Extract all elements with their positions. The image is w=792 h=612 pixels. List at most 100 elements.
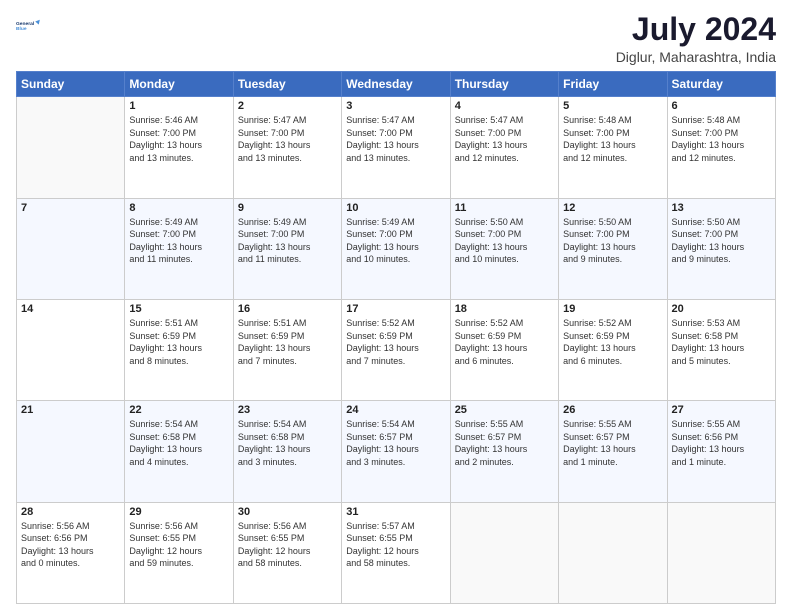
day-info: Sunrise: 5:50 AM Sunset: 7:00 PM Dayligh… <box>563 216 662 266</box>
day-info: Sunrise: 5:52 AM Sunset: 6:59 PM Dayligh… <box>346 317 445 367</box>
calendar-week-row: 21 22 Sunrise: 5:54 AM Sunset: 6:58 PM Day… <box>17 401 776 502</box>
day-info: Sunrise: 5:55 AM Sunset: 6:57 PM Dayligh… <box>563 418 662 468</box>
calendar-header-friday: Friday <box>559 72 667 97</box>
calendar-cell: 20 Sunrise: 5:53 AM Sunset: 6:58 PM Dayli… <box>667 299 775 400</box>
day-info: Sunrise: 5:54 AM Sunset: 6:58 PM Dayligh… <box>238 418 337 468</box>
calendar-cell: 14 <box>17 299 125 400</box>
calendar-cell <box>667 502 775 603</box>
day-number: 6 <box>672 100 771 112</box>
day-number: 13 <box>672 202 771 214</box>
day-number: 24 <box>346 404 445 416</box>
svg-text:Blue: Blue <box>16 26 27 32</box>
calendar-week-row: 28 Sunrise: 5:56 AM Sunset: 6:56 PM Dayli… <box>17 502 776 603</box>
day-number: 8 <box>129 202 228 214</box>
day-info: Sunrise: 5:52 AM Sunset: 6:59 PM Dayligh… <box>563 317 662 367</box>
calendar-header-tuesday: Tuesday <box>233 72 341 97</box>
main-title: July 2024 <box>616 12 776 47</box>
day-info: Sunrise: 5:47 AM Sunset: 7:00 PM Dayligh… <box>346 114 445 164</box>
calendar-cell: 15Sunrise: 5:51 AM Sunset: 6:59 PM Dayli… <box>125 299 233 400</box>
calendar-cell: 28 Sunrise: 5:56 AM Sunset: 6:56 PM Dayli… <box>17 502 125 603</box>
day-number: 25 <box>455 404 554 416</box>
calendar-cell: 31 Sunrise: 5:57 AM Sunset: 6:55 PM Dayli… <box>342 502 450 603</box>
calendar-cell: 25 Sunrise: 5:55 AM Sunset: 6:57 PM Dayli… <box>450 401 558 502</box>
day-info: Sunrise: 5:57 AM Sunset: 6:55 PM Dayligh… <box>346 520 445 570</box>
calendar-week-row: 1415Sunrise: 5:51 AM Sunset: 6:59 PM Day… <box>17 299 776 400</box>
day-info: Sunrise: 5:49 AM Sunset: 7:00 PM Dayligh… <box>129 216 228 266</box>
calendar-cell: 23 Sunrise: 5:54 AM Sunset: 6:58 PM Dayli… <box>233 401 341 502</box>
calendar-cell: 6 Sunrise: 5:48 AM Sunset: 7:00 PM Daylig… <box>667 97 775 198</box>
calendar-cell: 12Sunrise: 5:50 AM Sunset: 7:00 PM Dayli… <box>559 198 667 299</box>
calendar-cell: 18 Sunrise: 5:52 AM Sunset: 6:59 PM Dayli… <box>450 299 558 400</box>
day-number: 20 <box>672 303 771 315</box>
day-info: Sunrise: 5:52 AM Sunset: 6:59 PM Dayligh… <box>455 317 554 367</box>
day-number: 7 <box>21 202 120 214</box>
calendar-cell: 17Sunrise: 5:52 AM Sunset: 6:59 PM Dayli… <box>342 299 450 400</box>
calendar-cell: 2 Sunrise: 5:47 AM Sunset: 7:00 PM Daylig… <box>233 97 341 198</box>
calendar-cell: 3Sunrise: 5:47 AM Sunset: 7:00 PM Daylig… <box>342 97 450 198</box>
day-info: Sunrise: 5:50 AM Sunset: 7:00 PM Dayligh… <box>672 216 771 266</box>
calendar-cell: 7 <box>17 198 125 299</box>
day-number: 21 <box>21 404 120 416</box>
day-number: 31 <box>346 506 445 518</box>
day-number: 10 <box>346 202 445 214</box>
svg-text:General: General <box>16 21 35 27</box>
day-number: 1 <box>129 100 228 112</box>
calendar-cell: 4 Sunrise: 5:47 AM Sunset: 7:00 PM Daylig… <box>450 97 558 198</box>
calendar-cell <box>559 502 667 603</box>
calendar-cell: 16 Sunrise: 5:51 AM Sunset: 6:59 PM Dayli… <box>233 299 341 400</box>
calendar-cell: 26 Sunrise: 5:55 AM Sunset: 6:57 PM Dayli… <box>559 401 667 502</box>
day-info: Sunrise: 5:51 AM Sunset: 6:59 PM Dayligh… <box>129 317 228 367</box>
day-number: 27 <box>672 404 771 416</box>
day-info: Sunrise: 5:49 AM Sunset: 7:00 PM Dayligh… <box>346 216 445 266</box>
header: GeneralBlue July 2024 Diglur, Maharashtr… <box>16 12 776 65</box>
title-block: July 2024 Diglur, Maharashtra, India <box>616 12 776 65</box>
calendar-cell: 8 Sunrise: 5:49 AM Sunset: 7:00 PM Daylig… <box>125 198 233 299</box>
page: GeneralBlue July 2024 Diglur, Maharashtr… <box>0 0 792 612</box>
calendar-table: SundayMondayTuesdayWednesdayThursdayFrid… <box>16 71 776 604</box>
calendar-cell: 13 Sunrise: 5:50 AM Sunset: 7:00 PM Dayli… <box>667 198 775 299</box>
calendar-cell: 11 Sunrise: 5:50 AM Sunset: 7:00 PM Dayli… <box>450 198 558 299</box>
calendar-cell: 1Sunrise: 5:46 AM Sunset: 7:00 PM Daylig… <box>125 97 233 198</box>
day-info: Sunrise: 5:56 AM Sunset: 6:56 PM Dayligh… <box>21 520 120 570</box>
day-number: 30 <box>238 506 337 518</box>
calendar-header-row: SundayMondayTuesdayWednesdayThursdayFrid… <box>17 72 776 97</box>
day-info: Sunrise: 5:56 AM Sunset: 6:55 PM Dayligh… <box>238 520 337 570</box>
day-info: Sunrise: 5:48 AM Sunset: 7:00 PM Dayligh… <box>672 114 771 164</box>
day-info: Sunrise: 5:50 AM Sunset: 7:00 PM Dayligh… <box>455 216 554 266</box>
day-info: Sunrise: 5:49 AM Sunset: 7:00 PM Dayligh… <box>238 216 337 266</box>
logo-icon: GeneralBlue <box>16 12 44 40</box>
day-info: Sunrise: 5:56 AM Sunset: 6:55 PM Dayligh… <box>129 520 228 570</box>
calendar-header-thursday: Thursday <box>450 72 558 97</box>
calendar-cell: 24Sunrise: 5:54 AM Sunset: 6:57 PM Dayli… <box>342 401 450 502</box>
calendar-cell: 19 Sunrise: 5:52 AM Sunset: 6:59 PM Dayli… <box>559 299 667 400</box>
day-number: 29 <box>129 506 228 518</box>
calendar-week-row: 78 Sunrise: 5:49 AM Sunset: 7:00 PM Dayli… <box>17 198 776 299</box>
day-number: 5 <box>563 100 662 112</box>
day-number: 16 <box>238 303 337 315</box>
calendar-cell: 30 Sunrise: 5:56 AM Sunset: 6:55 PM Dayli… <box>233 502 341 603</box>
day-info: Sunrise: 5:48 AM Sunset: 7:00 PM Dayligh… <box>563 114 662 164</box>
calendar-header-sunday: Sunday <box>17 72 125 97</box>
day-info: Sunrise: 5:51 AM Sunset: 6:59 PM Dayligh… <box>238 317 337 367</box>
day-number: 28 <box>21 506 120 518</box>
day-number: 18 <box>455 303 554 315</box>
day-info: Sunrise: 5:47 AM Sunset: 7:00 PM Dayligh… <box>455 114 554 164</box>
calendar-cell: 9Sunrise: 5:49 AM Sunset: 7:00 PM Daylig… <box>233 198 341 299</box>
calendar-cell <box>17 97 125 198</box>
calendar-week-row: 1Sunrise: 5:46 AM Sunset: 7:00 PM Daylig… <box>17 97 776 198</box>
day-number: 23 <box>238 404 337 416</box>
day-number: 4 <box>455 100 554 112</box>
day-number: 22 <box>129 404 228 416</box>
day-number: 19 <box>563 303 662 315</box>
day-number: 11 <box>455 202 554 214</box>
calendar-header-monday: Monday <box>125 72 233 97</box>
day-number: 26 <box>563 404 662 416</box>
day-info: Sunrise: 5:47 AM Sunset: 7:00 PM Dayligh… <box>238 114 337 164</box>
day-info: Sunrise: 5:53 AM Sunset: 6:58 PM Dayligh… <box>672 317 771 367</box>
calendar-header-wednesday: Wednesday <box>342 72 450 97</box>
day-info: Sunrise: 5:55 AM Sunset: 6:57 PM Dayligh… <box>455 418 554 468</box>
day-number: 2 <box>238 100 337 112</box>
subtitle: Diglur, Maharashtra, India <box>616 49 776 65</box>
calendar-cell: 27 Sunrise: 5:55 AM Sunset: 6:56 PM Dayli… <box>667 401 775 502</box>
day-info: Sunrise: 5:55 AM Sunset: 6:56 PM Dayligh… <box>672 418 771 468</box>
